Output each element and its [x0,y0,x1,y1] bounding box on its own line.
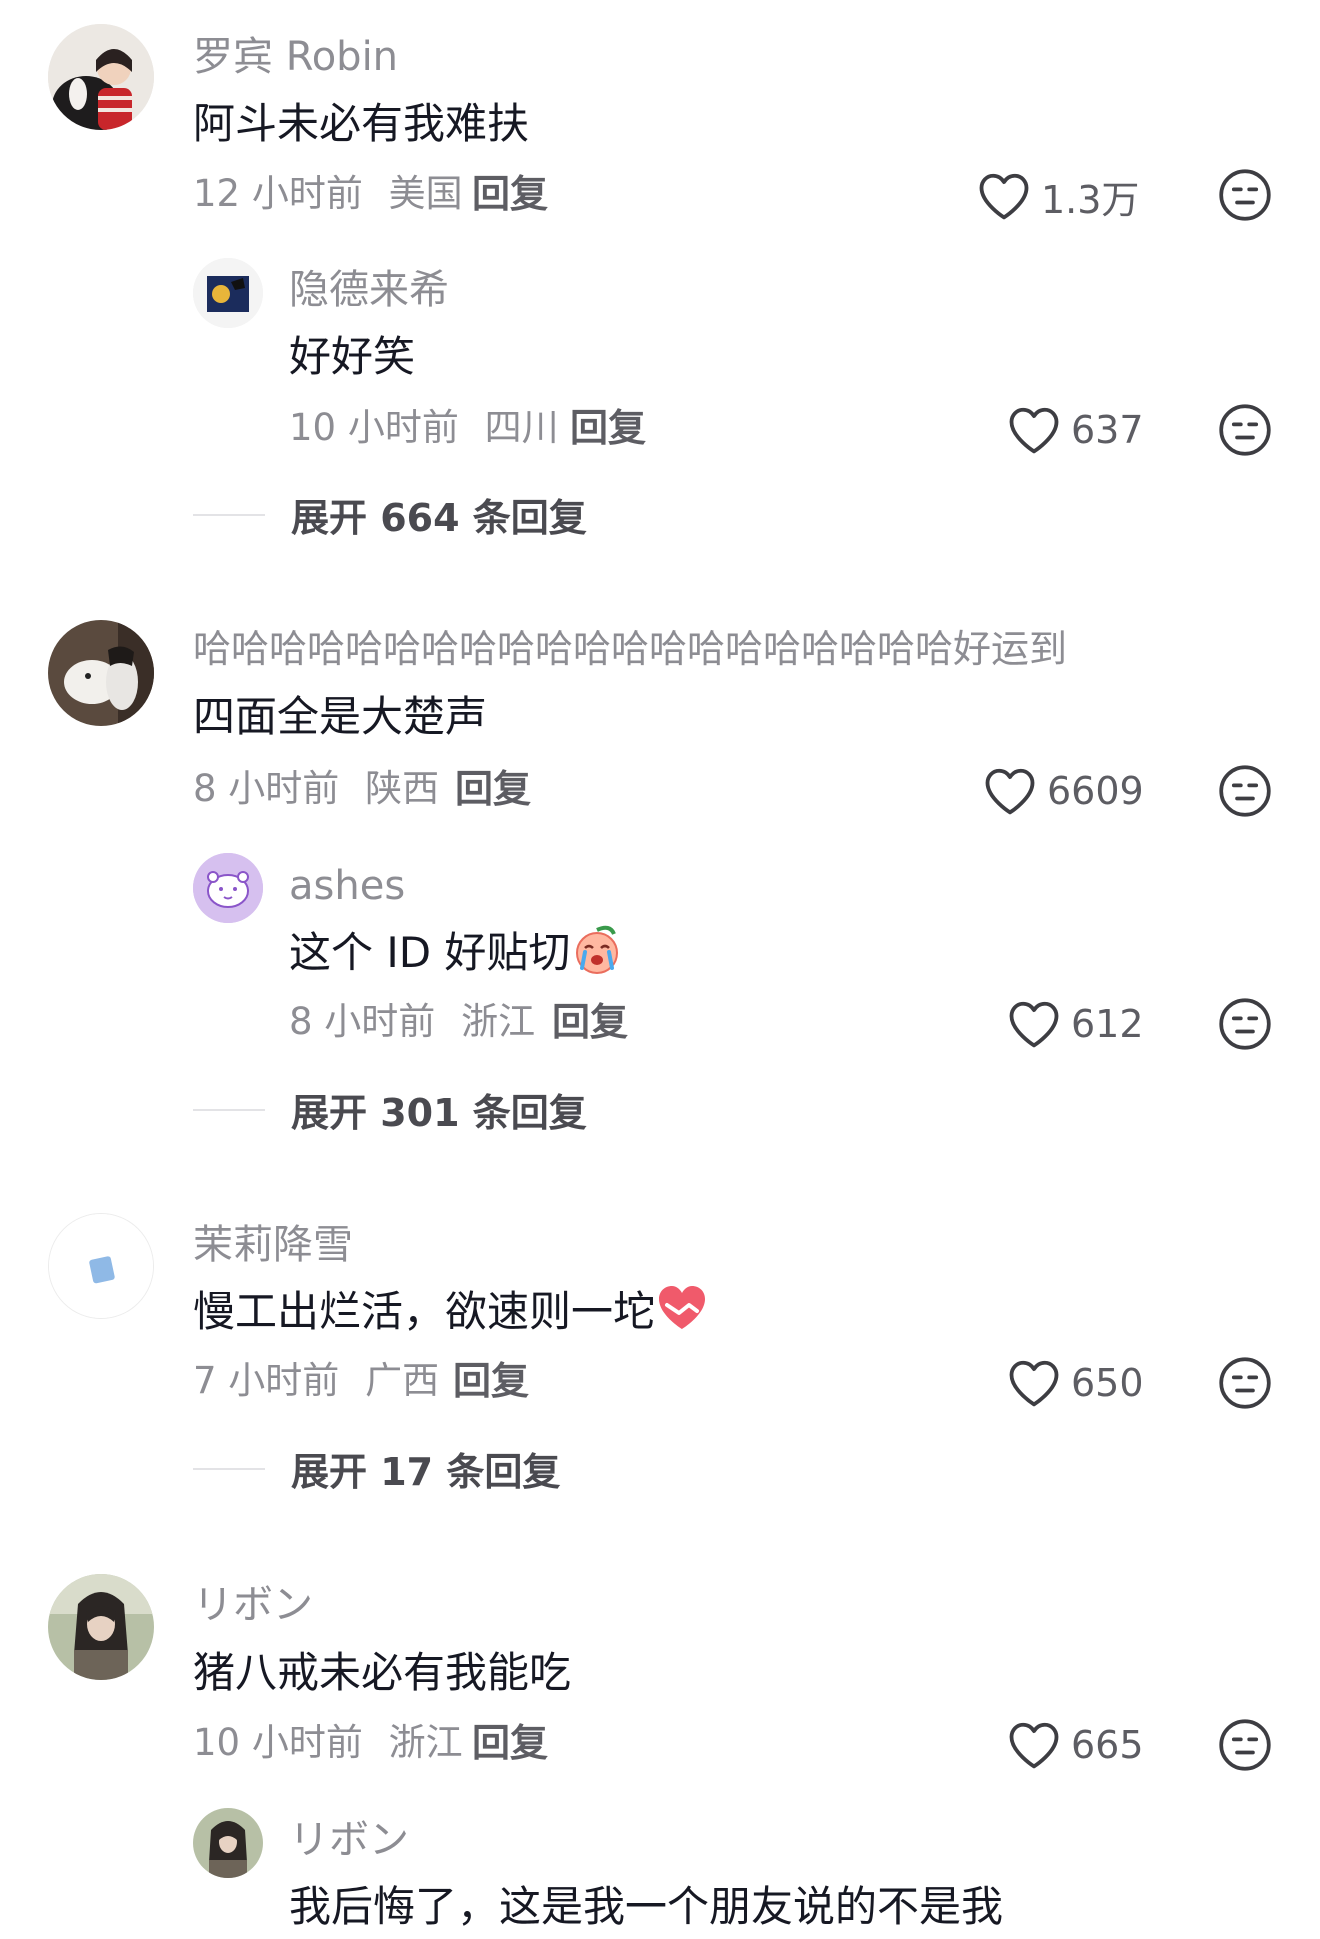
comment-author[interactable]: 罗宾 Robin [193,37,398,77]
comment-time: 10 小时前 浙江 [193,1724,463,1761]
reply-button[interactable]: 回复 [472,1724,548,1762]
comment-location: 美国 [388,172,463,215]
comment-author[interactable]: 隐德来希 [289,270,449,310]
comment-time: 12 小时前 美国 [193,175,463,212]
expand-replies-button[interactable]: 展开 301 条回复 [193,1082,587,1137]
heart-outline-icon [1007,405,1061,455]
comment-text: 阿斗未必有我难扶 [193,99,530,148]
comment-location: 四川 [484,406,559,449]
neutral-face-icon[interactable] [1217,1355,1273,1411]
comment-location: 陕西 [365,767,440,810]
heart-outline-icon [1007,1720,1061,1770]
comment-text: 好好笑 [289,332,416,381]
like-button[interactable]: 650 [1007,1353,1144,1413]
comment-author[interactable]: リボン [193,1585,313,1625]
like-count: 1.3万 [1041,177,1140,222]
comment-location: 浙江 [388,1721,463,1764]
comment-text: 我后悔了，这是我一个朋友说的不是我 [289,1882,1004,1931]
heart-outline-icon [1007,999,1061,1049]
avatar[interactable] [48,1213,154,1319]
expand-replies-label: 展开 664 条回复 [291,496,587,540]
avatar[interactable] [193,853,263,923]
comment-time: 8 小时前 陕西 [193,770,439,807]
comment-time: 7 小时前 广西 [193,1362,439,1399]
avatar[interactable] [193,258,263,328]
like-button[interactable]: 1.3万 [977,166,1139,226]
like-count: 665 [1071,1723,1144,1767]
reply-button[interactable]: 回复 [453,1362,529,1400]
like-count: 650 [1071,1361,1144,1405]
divider [193,1108,265,1111]
comment-time: 10 小时前 四川 [289,409,559,446]
comment-text-content: 这个 ID 好贴切 [289,928,571,977]
avatar[interactable] [48,620,154,726]
reply-button[interactable]: 回复 [552,1003,628,1041]
reply-button[interactable]: 回复 [472,175,548,213]
reply-button[interactable]: 回复 [570,409,646,447]
comment-text: 猪八戒未必有我能吃 [193,1648,572,1697]
like-count: 6609 [1047,769,1144,813]
comment-location: 广西 [365,1359,440,1402]
expand-replies-label: 展开 17 条回复 [291,1450,561,1494]
comment-time-text: 8 小时前 [289,1000,436,1043]
avatar[interactable] [48,1574,154,1680]
comment-text-content: 慢工出烂活，欲速则一坨 [193,1287,656,1336]
handshake-heart-emoji-icon [659,1285,706,1329]
comment-time: 8 小时前 浙江 [289,1003,535,1040]
neutral-face-icon[interactable] [1217,763,1273,819]
comment-time-text: 10 小时前 [289,406,459,449]
comment-location: 浙江 [461,1000,536,1043]
like-count: 637 [1071,408,1144,452]
comment-text: 四面全是大楚声 [193,692,488,741]
divider [193,1467,265,1470]
like-button[interactable]: 612 [1007,994,1144,1054]
expand-replies-button[interactable]: 展开 17 条回复 [193,1441,560,1496]
heart-outline-icon [1007,1358,1061,1408]
comment-author[interactable]: ashes [289,866,405,906]
neutral-face-icon[interactable] [1217,1717,1273,1773]
comment-time-text: 7 小时前 [193,1359,340,1402]
avatar[interactable] [193,1808,263,1878]
neutral-face-icon[interactable] [1217,996,1273,1052]
expand-replies-button[interactable]: 展开 664 条回复 [193,487,587,542]
comment-time-text: 12 小时前 [193,172,363,215]
avatar[interactable] [48,24,154,130]
like-button[interactable]: 637 [1007,400,1144,460]
expand-replies-label: 展开 301 条回复 [291,1091,587,1135]
neutral-face-icon[interactable] [1217,167,1273,223]
comment-author[interactable]: 茉莉降雪 [193,1225,353,1265]
comment-author[interactable]: 哈哈哈哈哈哈哈哈哈哈哈哈哈哈哈哈哈哈哈哈好运到 [193,630,1067,668]
like-count: 612 [1071,1002,1144,1046]
like-button[interactable]: 665 [1007,1715,1144,1775]
comment-author[interactable]: リボン [289,1820,409,1860]
comment-time-text: 8 小时前 [193,767,340,810]
divider [193,513,265,516]
heart-outline-icon [983,766,1037,816]
heart-outline-icon [977,171,1031,221]
reply-button[interactable]: 回复 [455,770,531,808]
crying-peach-emoji-icon [576,925,619,974]
comment-time-text: 10 小时前 [193,1721,363,1764]
neutral-face-icon[interactable] [1217,402,1273,458]
comment-text: 慢工出烂活，欲速则一坨 [193,1285,709,1333]
comment-text: 这个 ID 好贴切 [289,925,624,976]
like-button[interactable]: 6609 [983,761,1144,821]
